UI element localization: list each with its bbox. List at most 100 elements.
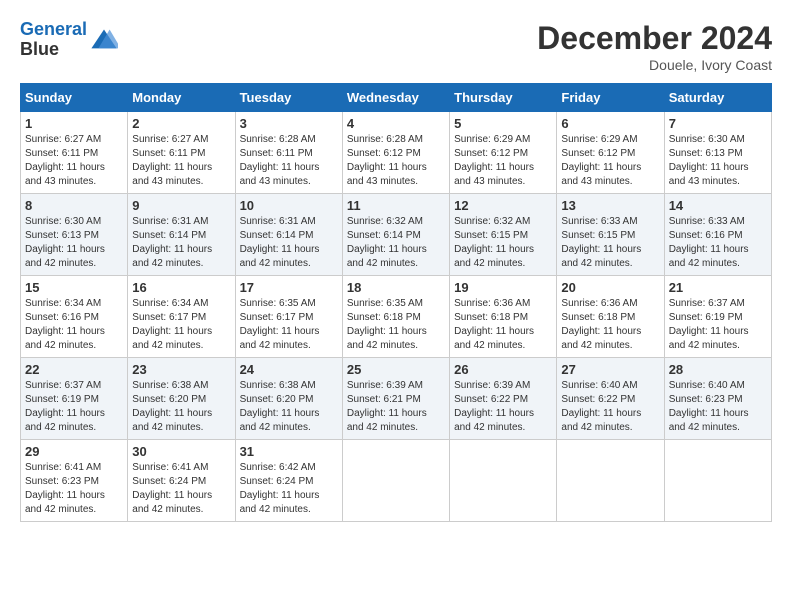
table-row: 23 Sunrise: 6:38 AMSunset: 6:20 PMDayligh… [128, 358, 235, 440]
day-info: Sunrise: 6:36 AMSunset: 6:18 PMDaylight:… [561, 297, 659, 353]
day-number: 20 [561, 280, 659, 295]
col-saturday: Saturday [664, 84, 771, 112]
day-number: 29 [25, 444, 123, 459]
calendar-week-row: 8 Sunrise: 6:30 AMSunset: 6:13 PMDaylight… [21, 194, 772, 276]
day-number: 24 [240, 362, 338, 377]
table-row: 9 Sunrise: 6:31 AMSunset: 6:14 PMDaylight… [128, 194, 235, 276]
day-number: 23 [132, 362, 230, 377]
calendar-week-row: 1 Sunrise: 6:27 AMSunset: 6:11 PMDaylight… [21, 112, 772, 194]
header: General Blue December 2024 Douele, Ivory… [20, 20, 772, 73]
day-number: 16 [132, 280, 230, 295]
table-row: 12Sunrise: 6:32 AMSunset: 6:15 PMDayligh… [450, 194, 557, 276]
day-info: Sunrise: 6:34 AMSunset: 6:17 PMDaylight:… [132, 297, 230, 353]
col-thursday: Thursday [450, 84, 557, 112]
table-row [342, 440, 449, 522]
day-number: 6 [561, 116, 659, 131]
table-row: 27 Sunrise: 6:40 AMSunset: 6:22 PMDayligh… [557, 358, 664, 440]
day-number: 18 [347, 280, 445, 295]
day-number: 13 [561, 198, 659, 213]
month-title: December 2024 [537, 20, 772, 57]
day-info: Sunrise: 6:36 AMSunset: 6:18 PMDaylight:… [454, 297, 552, 353]
day-info: Sunrise: 6:40 AMSunset: 6:22 PMDaylight:… [561, 379, 659, 435]
day-number: 31 [240, 444, 338, 459]
day-number: 5 [454, 116, 552, 131]
title-area: December 2024 Douele, Ivory Coast [537, 20, 772, 73]
logo: General Blue [20, 20, 118, 60]
table-row: 17 Sunrise: 6:35 AMSunset: 6:17 PMDayligh… [235, 276, 342, 358]
calendar: Sunday Monday Tuesday Wednesday Thursday… [20, 83, 772, 522]
day-number: 15 [25, 280, 123, 295]
table-row: 30Sunrise: 6:41 AMSunset: 6:24 PMDayligh… [128, 440, 235, 522]
day-info: Sunrise: 6:40 AMSunset: 6:23 PMDaylight:… [669, 379, 767, 435]
day-info: Sunrise: 6:35 AMSunset: 6:17 PMDaylight:… [240, 297, 338, 353]
day-info: Sunrise: 6:34 AMSunset: 6:16 PMDaylight:… [25, 297, 123, 353]
table-row: 18 Sunrise: 6:35 AMSunset: 6:18 PMDayligh… [342, 276, 449, 358]
day-number: 3 [240, 116, 338, 131]
table-row: 29Sunrise: 6:41 AMSunset: 6:23 PMDayligh… [21, 440, 128, 522]
table-row: 28 Sunrise: 6:40 AMSunset: 6:23 PMDayligh… [664, 358, 771, 440]
table-row: 7 Sunrise: 6:30 AMSunset: 6:13 PMDaylight… [664, 112, 771, 194]
col-tuesday: Tuesday [235, 84, 342, 112]
day-info: Sunrise: 6:27 AMSunset: 6:11 PMDaylight:… [25, 133, 123, 189]
logo-icon [90, 26, 118, 54]
calendar-week-row: 29Sunrise: 6:41 AMSunset: 6:23 PMDayligh… [21, 440, 772, 522]
day-number: 11 [347, 198, 445, 213]
day-number: 27 [561, 362, 659, 377]
table-row: 15 Sunrise: 6:34 AMSunset: 6:16 PMDayligh… [21, 276, 128, 358]
day-info: Sunrise: 6:35 AMSunset: 6:18 PMDaylight:… [347, 297, 445, 353]
calendar-header-row: Sunday Monday Tuesday Wednesday Thursday… [21, 84, 772, 112]
table-row: 16 Sunrise: 6:34 AMSunset: 6:17 PMDayligh… [128, 276, 235, 358]
day-info: Sunrise: 6:28 AMSunset: 6:11 PMDaylight:… [240, 133, 338, 189]
day-number: 19 [454, 280, 552, 295]
day-info: Sunrise: 6:38 AMSunset: 6:20 PMDaylight:… [240, 379, 338, 435]
day-info: Sunrise: 6:30 AMSunset: 6:13 PMDaylight:… [669, 133, 767, 189]
table-row: 2 Sunrise: 6:27 AMSunset: 6:11 PMDaylight… [128, 112, 235, 194]
day-info: Sunrise: 6:32 AMSunset: 6:14 PMDaylight:… [347, 215, 445, 271]
day-number: 7 [669, 116, 767, 131]
day-info: Sunrise: 6:31 AMSunset: 6:14 PMDaylight:… [132, 215, 230, 271]
day-number: 30 [132, 444, 230, 459]
col-sunday: Sunday [21, 84, 128, 112]
day-info: Sunrise: 6:37 AMSunset: 6:19 PMDaylight:… [25, 379, 123, 435]
table-row [664, 440, 771, 522]
day-info: Sunrise: 6:39 AMSunset: 6:21 PMDaylight:… [347, 379, 445, 435]
day-number: 4 [347, 116, 445, 131]
table-row: 8 Sunrise: 6:30 AMSunset: 6:13 PMDaylight… [21, 194, 128, 276]
day-info: Sunrise: 6:31 AMSunset: 6:14 PMDaylight:… [240, 215, 338, 271]
day-info: Sunrise: 6:28 AMSunset: 6:12 PMDaylight:… [347, 133, 445, 189]
table-row: 6 Sunrise: 6:29 AMSunset: 6:12 PMDaylight… [557, 112, 664, 194]
table-row: 31Sunrise: 6:42 AMSunset: 6:24 PMDayligh… [235, 440, 342, 522]
table-row: 13Sunrise: 6:33 AMSunset: 6:15 PMDayligh… [557, 194, 664, 276]
logo-text: General Blue [20, 20, 87, 60]
day-number: 28 [669, 362, 767, 377]
day-number: 1 [25, 116, 123, 131]
table-row: 10 Sunrise: 6:31 AMSunset: 6:14 PMDayligh… [235, 194, 342, 276]
day-number: 14 [669, 198, 767, 213]
table-row: 11 Sunrise: 6:32 AMSunset: 6:14 PMDayligh… [342, 194, 449, 276]
col-monday: Monday [128, 84, 235, 112]
day-info: Sunrise: 6:29 AMSunset: 6:12 PMDaylight:… [561, 133, 659, 189]
day-info: Sunrise: 6:33 AMSunset: 6:16 PMDaylight:… [669, 215, 767, 271]
day-number: 10 [240, 198, 338, 213]
table-row: 22Sunrise: 6:37 AMSunset: 6:19 PMDayligh… [21, 358, 128, 440]
table-row [557, 440, 664, 522]
table-row: 1 Sunrise: 6:27 AMSunset: 6:11 PMDaylight… [21, 112, 128, 194]
day-info: Sunrise: 6:29 AMSunset: 6:12 PMDaylight:… [454, 133, 552, 189]
day-number: 8 [25, 198, 123, 213]
table-row: 25Sunrise: 6:39 AMSunset: 6:21 PMDayligh… [342, 358, 449, 440]
calendar-week-row: 15 Sunrise: 6:34 AMSunset: 6:16 PMDayligh… [21, 276, 772, 358]
day-number: 2 [132, 116, 230, 131]
table-row: 5 Sunrise: 6:29 AMSunset: 6:12 PMDaylight… [450, 112, 557, 194]
day-info: Sunrise: 6:38 AMSunset: 6:20 PMDaylight:… [132, 379, 230, 435]
day-number: 17 [240, 280, 338, 295]
day-info: Sunrise: 6:27 AMSunset: 6:11 PMDaylight:… [132, 133, 230, 189]
table-row: 19 Sunrise: 6:36 AMSunset: 6:18 PMDayligh… [450, 276, 557, 358]
table-row: 24 Sunrise: 6:38 AMSunset: 6:20 PMDayligh… [235, 358, 342, 440]
day-number: 9 [132, 198, 230, 213]
day-number: 21 [669, 280, 767, 295]
col-wednesday: Wednesday [342, 84, 449, 112]
day-info: Sunrise: 6:30 AMSunset: 6:13 PMDaylight:… [25, 215, 123, 271]
day-info: Sunrise: 6:37 AMSunset: 6:19 PMDaylight:… [669, 297, 767, 353]
table-row: 21 Sunrise: 6:37 AMSunset: 6:19 PMDayligh… [664, 276, 771, 358]
day-number: 26 [454, 362, 552, 377]
